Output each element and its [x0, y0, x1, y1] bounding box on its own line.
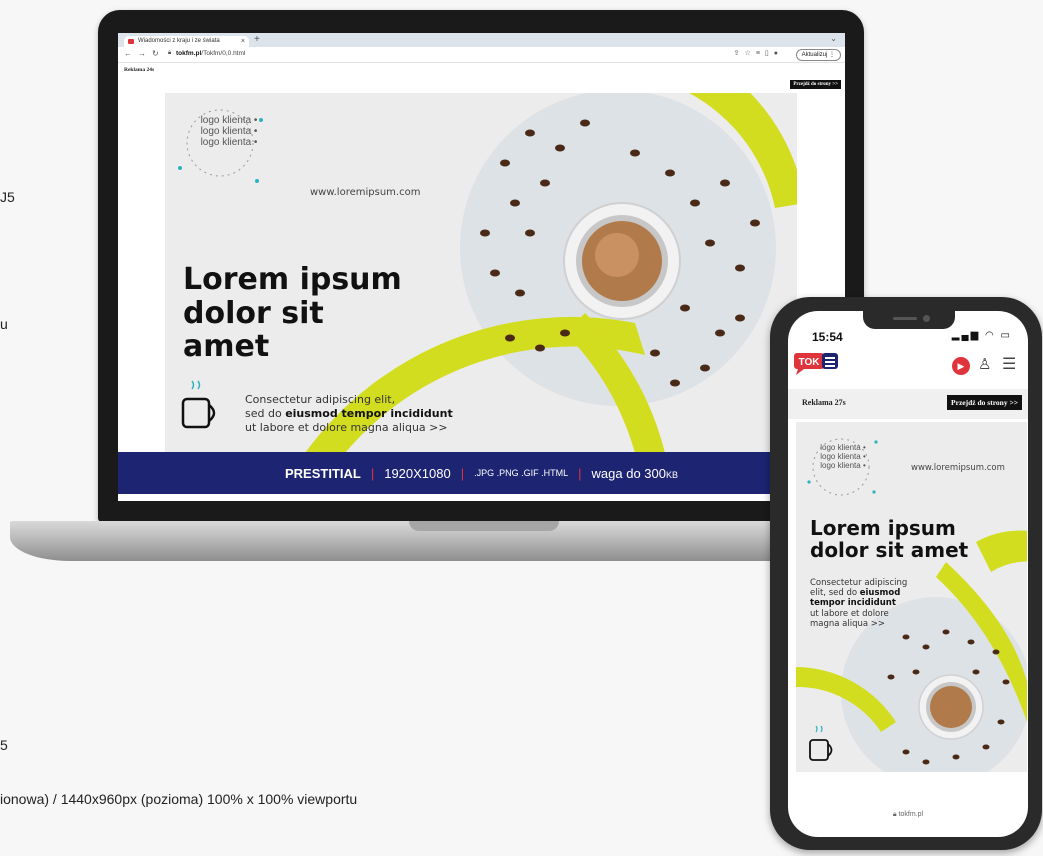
- status-icons: ▂▄▆ ◠ ▭: [951, 330, 1012, 341]
- body-text: elit, sed do: [810, 588, 860, 599]
- headline-line: dolor sit amet: [810, 538, 969, 563]
- profile-icon[interactable]: ●: [774, 50, 783, 57]
- browser-tab[interactable]: Wiadomości z kraju i ze świata ×: [124, 36, 249, 47]
- url-path: /Tokfm/0,0.html: [201, 50, 246, 57]
- address-bar[interactable]: tokfm.pl/Tokfm/0,0.html: [176, 50, 245, 57]
- bg-text-fragment: 5: [0, 737, 8, 753]
- body-line: sed do eiusmod tempor incididunt: [245, 407, 453, 421]
- body-line: tempor incididunt: [810, 598, 907, 608]
- skip-ad-button[interactable]: Przejdź do strony >>: [947, 395, 1022, 410]
- client-logo-text: logo klienta • logo klienta • logo klien…: [200, 115, 258, 148]
- share-icon[interactable]: ⇪: [734, 50, 745, 57]
- body-text: sed do: [245, 406, 286, 420]
- mobile-address-bar[interactable]: 🔒︎ tokfm.pl: [788, 811, 1028, 819]
- front-camera: [923, 315, 930, 322]
- body-line: Consectetur adipiscing elit,: [245, 393, 396, 406]
- body-line[interactable]: ut labore et dolore magna aliqua >>: [245, 421, 453, 435]
- body-copy: Consectetur adipiscing elit, sed do eius…: [245, 393, 453, 434]
- body-copy: Consectetur adipiscing elit, sed do eius…: [810, 578, 907, 629]
- reading-list-icon[interactable]: ≡: [756, 50, 765, 57]
- tokfm-logo-text: TOK: [799, 357, 821, 368]
- file-weight: waga do 300KB: [592, 466, 678, 481]
- laptop-lid-notch: [409, 521, 559, 531]
- file-types: .JPG .PNG .GIF .HTML: [474, 468, 569, 478]
- bookmark-star-icon[interactable]: ☆: [745, 50, 756, 57]
- tokfm-favicon-icon: [128, 39, 134, 44]
- play-icon[interactable]: ▶: [952, 357, 970, 375]
- website-url: www.loremipsum.com: [911, 463, 1005, 473]
- headline-line: Lorem ipsum: [183, 262, 402, 297]
- body-line: elit, sed do eiusmod: [810, 588, 907, 598]
- format-name: PRESTITIAL: [284, 465, 361, 481]
- speaker-grille: [893, 317, 917, 320]
- status-time: 15:54: [812, 330, 843, 344]
- skip-ad-button[interactable]: Przejdź do strony >>: [790, 80, 841, 89]
- reload-icon[interactable]: ↻: [152, 49, 159, 58]
- headline: Lorem ipsum dolor sit amet: [183, 263, 402, 364]
- update-button-label: Aktualizuj: [801, 52, 828, 58]
- body-bold: eiusmod tempor incididunt: [285, 406, 453, 420]
- bg-text-fragment: J5: [0, 189, 15, 205]
- weight-text: waga do 300: [591, 465, 666, 481]
- tab-search-icon[interactable]: ⌄: [830, 34, 837, 43]
- body-line: ut labore et dolore: [810, 608, 889, 619]
- ad-banner[interactable]: logo klienta • logo klienta • logo klien…: [165, 93, 797, 453]
- steam-icon: [191, 380, 201, 390]
- headline-line: dolor sit: [183, 295, 324, 331]
- body-line[interactable]: magna aliqua >>: [810, 619, 907, 629]
- ad-banner-mobile[interactable]: logo klienta • logo klienta • logo klien…: [796, 422, 1027, 772]
- ad-bar: Reklama 27s Przejdź do strony >>: [788, 389, 1028, 419]
- weight-unit: KB: [665, 469, 678, 480]
- more-menu-icon: ⋮: [829, 52, 835, 58]
- phone-notch: [863, 311, 955, 329]
- tab-title: Wiadomości z kraju i ze świata: [138, 38, 220, 44]
- separator: |: [578, 465, 582, 481]
- browser-toolbar: ← → ↻ 🔒︎ tokfm.pl/Tokfm/0,0.html ⇪☆≡▯● A…: [118, 47, 845, 63]
- url-domain: tokfm.pl: [176, 50, 202, 57]
- client-logo-text: logo klienta • logo klienta • logo klien…: [820, 443, 866, 470]
- website-url: www.loremipsum.com: [310, 187, 421, 198]
- phone-screen: 15:54 ▂▄▆ ◠ ▭ TOK ▶ ♙ ☰ Reklama 27s Prze…: [788, 311, 1028, 837]
- steam-icon: [815, 725, 823, 733]
- lock-icon: 🔒︎: [168, 50, 172, 56]
- ad-countdown-label: Reklama 24s: [124, 67, 155, 73]
- update-button[interactable]: Aktualizuj ⋮: [795, 49, 841, 61]
- user-icon[interactable]: ♙: [978, 355, 991, 373]
- body-bold: tempor incididunt: [810, 598, 896, 609]
- forward-icon[interactable]: →: [138, 49, 146, 58]
- body-line: Consectetur adipiscing: [810, 578, 908, 588]
- bg-text-fragment: u: [0, 316, 8, 332]
- browser-tabbar: Wiadomości z kraju i ze świata × + ⌄: [118, 33, 845, 47]
- hamburger-menu-icon[interactable]: ☰: [1002, 354, 1016, 374]
- close-tab-icon[interactable]: ×: [241, 36, 245, 47]
- separator: |: [370, 465, 375, 481]
- separator: |: [460, 465, 465, 481]
- headline: Lorem ipsum dolor sit amet: [810, 517, 968, 562]
- format-spec-bar: PRESTITIAL | 1920X1080 | .JPG .PNG .GIF …: [118, 452, 845, 494]
- mug-icon: [809, 739, 829, 761]
- side-panel-icon[interactable]: ▯: [765, 50, 774, 57]
- tokfm-logo[interactable]: TOK: [794, 351, 840, 375]
- format-size: 1920X1080: [384, 465, 451, 481]
- body-bold: eiusmod: [859, 588, 901, 599]
- mobile-url: tokfm.pl: [898, 811, 924, 818]
- mug-icon: [181, 397, 211, 429]
- ad-countdown-label: Reklama 27s: [802, 398, 846, 407]
- new-tab-button[interactable]: +: [254, 34, 260, 45]
- laptop-screen: Wiadomości z kraju i ze świata × + ⌄ ← →…: [118, 33, 845, 501]
- headline-line: Lorem ipsum: [810, 516, 956, 540]
- toolbar-icons: ⇪☆≡▯●: [734, 49, 783, 57]
- back-icon[interactable]: ←: [124, 49, 132, 58]
- headline-line: amet: [183, 329, 270, 365]
- bg-text-fragment: ionowa) / 1440x960px (pozioma) 100% x 10…: [0, 791, 358, 807]
- coffee-foam: [595, 233, 639, 277]
